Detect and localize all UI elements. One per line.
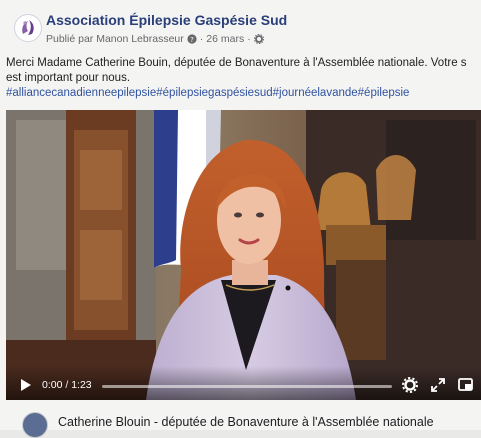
date-separator: · — [199, 33, 204, 45]
time-separator: / — [65, 379, 69, 391]
page-avatar[interactable] — [14, 14, 42, 42]
video-progress-bar[interactable] — [102, 385, 392, 388]
video-player[interactable]: 0:00 / 1:23 — [6, 110, 481, 400]
svg-text:?: ? — [190, 36, 194, 44]
expand-icon[interactable] — [430, 377, 446, 393]
next-post-avatar[interactable] — [22, 412, 48, 438]
gear-icon[interactable] — [253, 34, 264, 44]
post-date[interactable]: 26 mars — [206, 33, 244, 45]
facebook-post: Association Épilepsie Gaspésie Sud Publi… — [0, 0, 481, 438]
published-by[interactable]: Publié par Manon Lebrasseur — [46, 33, 184, 45]
play-icon[interactable] — [20, 378, 32, 392]
gear-icon[interactable] — [402, 377, 418, 393]
post-header: Association Épilepsie Gaspésie Sud Publi… — [14, 10, 474, 50]
post-text-line-1: Merci Madame Catherine Bouin, députée de… — [6, 57, 467, 69]
video-controls: 0:00 / 1:23 — [6, 366, 481, 400]
page-name-link[interactable]: Association Épilepsie Gaspésie Sud — [46, 12, 287, 28]
current-time: 0:00 — [42, 379, 63, 391]
next-post-header: Catherine Blouin - députée de Bonaventur… — [0, 402, 481, 438]
picture-in-picture-icon[interactable] — [458, 377, 474, 393]
video-time: 0:00 / 1:23 — [42, 379, 92, 391]
question-circle-icon[interactable]: ? — [187, 34, 197, 44]
duration: 1:23 — [71, 379, 92, 391]
post-body: Merci Madame Catherine Bouin, députée de… — [6, 56, 476, 86]
post-text-line-2: est important pour nous. — [6, 72, 131, 84]
hashtag-links[interactable]: #alliancecanadienneepilepsie#épilepsiega… — [6, 87, 409, 99]
lavender-logo-icon — [22, 20, 34, 35]
post-meta: Publié par Manon Lebrasseur ? · 26 mars … — [46, 33, 264, 45]
next-post-author[interactable]: Catherine Blouin - députée de Bonaventur… — [58, 415, 434, 429]
date-separator-2: · — [247, 33, 251, 45]
video-frame-image — [6, 110, 481, 400]
